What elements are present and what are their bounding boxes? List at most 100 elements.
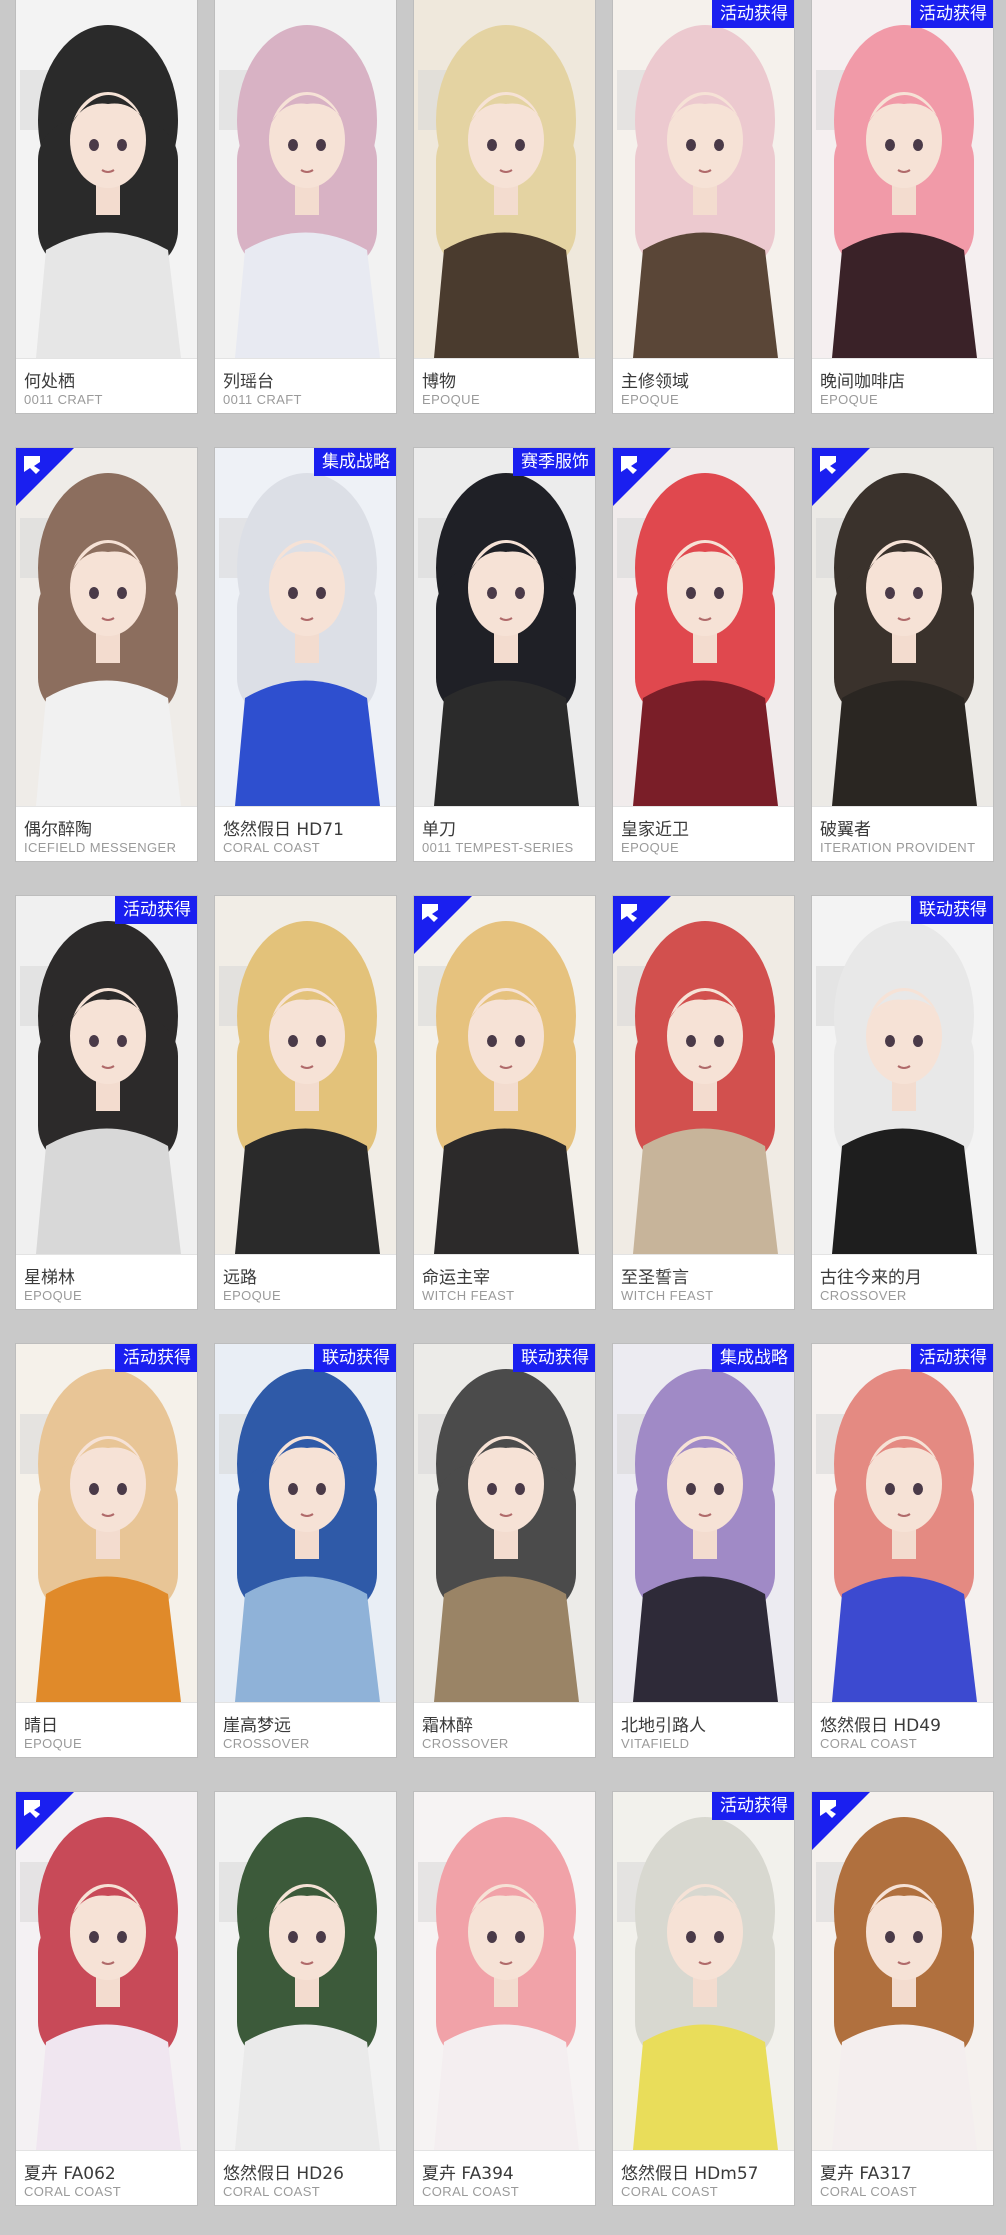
skin-info: 晴日 EPOQUE bbox=[16, 1702, 197, 1757]
skin-name: 星梯林 bbox=[24, 1268, 75, 1288]
skin-card[interactable]: 联动获得崖高梦远 CROSSOVER bbox=[215, 1344, 396, 1757]
skin-card[interactable]: 至圣誓言 WITCH FEAST bbox=[613, 896, 794, 1309]
skin-name: 博物 bbox=[422, 372, 456, 392]
skin-name: 命运主宰 bbox=[422, 1268, 490, 1288]
skin-info: 悠然假日 HD71 CORAL COAST bbox=[215, 806, 396, 861]
skin-card[interactable]: 博物 EPOQUE bbox=[414, 0, 595, 413]
skin-name: 古往今来的月 bbox=[820, 1268, 922, 1288]
corner-badge-icon bbox=[613, 896, 671, 954]
skin-info: 夏卉 FA394 CORAL COAST bbox=[414, 2150, 595, 2205]
skin-card[interactable]: 集成战略 悠然假日 HD71 CORAL COAST bbox=[215, 448, 396, 861]
skin-series: CORAL COAST bbox=[223, 840, 321, 855]
skin-info: 崖高梦远 CROSSOVER bbox=[215, 1702, 396, 1757]
skin-info: 列瑶台 0011 CRAFT bbox=[215, 358, 396, 413]
skin-artwork bbox=[16, 0, 197, 358]
skin-card-grid: 何处栖 0011 CRAFT 列瑶台 0011 CRAFT 博物 EPOQUE 活动获得 主修… bbox=[0, 0, 1006, 2235]
skin-card[interactable]: 偶尔醉陶 ICEFIELD MESSENGER bbox=[16, 448, 197, 861]
skin-series: WITCH FEAST bbox=[422, 1288, 515, 1303]
skin-name: 崖高梦远 bbox=[223, 1716, 291, 1736]
skin-card[interactable]: 活动获得 悠然假日 HD49 CORAL COAST bbox=[812, 1344, 993, 1757]
skin-card[interactable]: 破翼者 ITERATION PROVIDENT bbox=[812, 448, 993, 861]
skin-info: 皇家近卫 EPOQUE bbox=[613, 806, 794, 861]
skin-artwork bbox=[613, 1792, 794, 2150]
skin-name: 远路 bbox=[223, 1268, 257, 1288]
skin-series: 0011 CRAFT bbox=[24, 392, 103, 407]
skin-name: 夏卉 FA317 bbox=[820, 2164, 912, 2184]
skin-card[interactable]: 夏卉 FA394 CORAL COAST bbox=[414, 1792, 595, 2205]
skin-series: CORAL COAST bbox=[422, 2184, 520, 2199]
skin-artwork bbox=[812, 896, 993, 1254]
skin-card[interactable]: 联动获得 古往今来的月 CROSSOVER bbox=[812, 896, 993, 1309]
skin-series: EPOQUE bbox=[422, 392, 481, 407]
skin-series: EPOQUE bbox=[24, 1736, 83, 1751]
skin-card[interactable]: 活动获得 主修领域 EPOQUE bbox=[613, 0, 794, 413]
skin-card[interactable]: 活动获得 星梯林 EPOQUE bbox=[16, 896, 197, 1309]
skin-name: 晚间咖啡店 bbox=[820, 372, 905, 392]
skin-name: 皇家近卫 bbox=[621, 820, 689, 840]
skin-series: EPOQUE bbox=[24, 1288, 83, 1303]
skin-card[interactable]: 集成战略 北地引路人 VITAFIELD bbox=[613, 1344, 794, 1757]
skin-card[interactable]: 列瑶台 0011 CRAFT bbox=[215, 0, 396, 413]
skin-series: CORAL COAST bbox=[223, 2184, 321, 2199]
skin-card[interactable]: 悠然假日 HD26 CORAL COAST bbox=[215, 1792, 396, 2205]
skin-name: 破翼者 bbox=[820, 820, 871, 840]
skin-info: 悠然假日 HD26 CORAL COAST bbox=[215, 2150, 396, 2205]
acquisition-tag: 赛季服饰 bbox=[513, 448, 595, 476]
skin-artwork bbox=[215, 1792, 396, 2150]
skin-name: 悠然假日 HD71 bbox=[223, 820, 344, 840]
skin-series: ITERATION PROVIDENT bbox=[820, 840, 976, 855]
corner-badge-icon bbox=[812, 448, 870, 506]
acquisition-tag: 联动获得 bbox=[513, 1344, 595, 1372]
skin-series: EPOQUE bbox=[223, 1288, 282, 1303]
skin-series: EPOQUE bbox=[621, 840, 680, 855]
skin-artwork bbox=[414, 1792, 595, 2150]
skin-name: 何处栖 bbox=[24, 372, 75, 392]
skin-card[interactable]: 命运主宰 WITCH FEAST bbox=[414, 896, 595, 1309]
skin-card[interactable]: 远路 EPOQUE bbox=[215, 896, 396, 1309]
skin-card[interactable]: 夏卉 FA317 CORAL COAST bbox=[812, 1792, 993, 2205]
skin-artwork bbox=[215, 448, 396, 806]
skin-artwork bbox=[215, 896, 396, 1254]
skin-artwork bbox=[215, 0, 396, 358]
skin-name: 列瑶台 bbox=[223, 372, 274, 392]
skin-info: 至圣誓言 WITCH FEAST bbox=[613, 1254, 794, 1309]
skin-card[interactable]: 活动获得悠然假日 HDm57 CORAL COAST bbox=[613, 1792, 794, 2205]
skin-info: 夏卉 FA317 CORAL COAST bbox=[812, 2150, 993, 2205]
skin-info: 悠然假日 HDm57 CORAL COAST bbox=[613, 2150, 794, 2205]
skin-series: ICEFIELD MESSENGER bbox=[24, 840, 177, 855]
skin-series: 0011 CRAFT bbox=[223, 392, 302, 407]
skin-series: CORAL COAST bbox=[820, 2184, 918, 2199]
skin-info: 博物 EPOQUE bbox=[414, 358, 595, 413]
skin-artwork bbox=[16, 896, 197, 1254]
skin-series: CORAL COAST bbox=[621, 2184, 719, 2199]
skin-artwork bbox=[215, 1344, 396, 1702]
skin-series: VITAFIELD bbox=[621, 1736, 690, 1751]
skin-name: 悠然假日 HD26 bbox=[223, 2164, 344, 2184]
corner-badge-icon bbox=[16, 448, 74, 506]
skin-series: 0011 TEMPEST-SERIES bbox=[422, 840, 574, 855]
acquisition-tag: 联动获得 bbox=[911, 896, 993, 924]
skin-name: 悠然假日 HDm57 bbox=[621, 2164, 759, 2184]
skin-artwork bbox=[414, 0, 595, 358]
skin-info: 单刀 0011 TEMPEST-SERIES bbox=[414, 806, 595, 861]
skin-series: CROSSOVER bbox=[223, 1736, 310, 1751]
skin-name: 霜林醉 bbox=[422, 1716, 473, 1736]
corner-badge-icon bbox=[16, 1792, 74, 1850]
skin-name: 悠然假日 HD49 bbox=[820, 1716, 941, 1736]
skin-artwork bbox=[613, 1344, 794, 1702]
acquisition-tag: 活动获得 bbox=[911, 1344, 993, 1372]
acquisition-tag: 联动获得 bbox=[314, 1344, 396, 1372]
skin-info: 晚间咖啡店 EPOQUE bbox=[812, 358, 993, 413]
skin-card[interactable]: 活动获得 晴日 EPOQUE bbox=[16, 1344, 197, 1757]
skin-series: CORAL COAST bbox=[24, 2184, 122, 2199]
skin-card[interactable]: 皇家近卫 EPOQUE bbox=[613, 448, 794, 861]
acquisition-tag: 活动获得 bbox=[712, 1792, 794, 1820]
skin-card[interactable]: 联动获得 霜林醉 CROSSOVER bbox=[414, 1344, 595, 1757]
skin-artwork bbox=[812, 1344, 993, 1702]
skin-card[interactable]: 活动获得 晚间咖啡店 EPOQUE bbox=[812, 0, 993, 413]
skin-card[interactable]: 何处栖 0011 CRAFT bbox=[16, 0, 197, 413]
skin-info: 北地引路人 VITAFIELD bbox=[613, 1702, 794, 1757]
skin-card[interactable]: 夏卉 FA062 CORAL COAST bbox=[16, 1792, 197, 2205]
skin-card[interactable]: 赛季服饰单刀 0011 TEMPEST-SERIES bbox=[414, 448, 595, 861]
skin-name: 晴日 bbox=[24, 1716, 58, 1736]
